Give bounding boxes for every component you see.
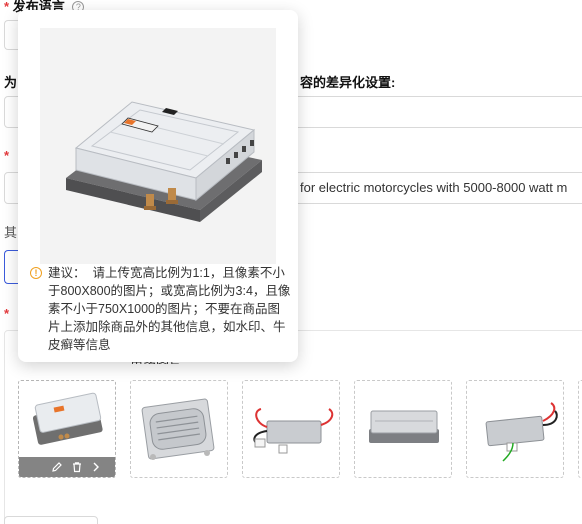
controller-side-image — [369, 410, 439, 443]
thumbnail-toolbar — [19, 457, 115, 477]
other-label: 其 — [4, 225, 18, 240]
title-required-mark: * — [4, 148, 10, 163]
images-required-mark: * — [4, 306, 10, 321]
info-icon: ! — [30, 267, 42, 279]
tip-label: 建议： — [48, 266, 86, 280]
image-thumbnail-1[interactable] — [18, 380, 116, 478]
diff-settings-label: 容的差异化设置: — [300, 75, 396, 90]
image-thumbnail-2[interactable] — [130, 380, 228, 478]
controller-wires-image — [253, 408, 334, 454]
product-title-value: for electric motorcycles with 5000-8000 … — [300, 180, 568, 195]
trash-icon[interactable] — [71, 461, 83, 473]
heatsink-image — [141, 398, 215, 460]
image-thumbnail-5[interactable] — [466, 380, 564, 478]
edit-icon[interactable] — [51, 461, 63, 473]
diff-settings-prefix: 为 — [4, 75, 18, 90]
image-preview-popup: ! 建议： 请上传宽高比例为1:1，且像素不小于800X800的图片；或宽高比例… — [18, 10, 298, 362]
chevron-right-icon[interactable] — [91, 461, 101, 473]
upload-tip: ! 建议： 请上传宽高比例为1:1，且像素不小于800X800的图片；或宽高比例… — [30, 264, 292, 354]
upload-button[interactable] — [4, 516, 98, 524]
controller-image — [32, 392, 103, 445]
image-thumbnail-4[interactable] — [354, 380, 452, 478]
controller-harness-image — [485, 402, 558, 462]
image-thumbnail-3[interactable] — [242, 380, 340, 478]
product-preview-image — [40, 28, 276, 264]
image-thumbnail-6[interactable] — [578, 380, 582, 478]
